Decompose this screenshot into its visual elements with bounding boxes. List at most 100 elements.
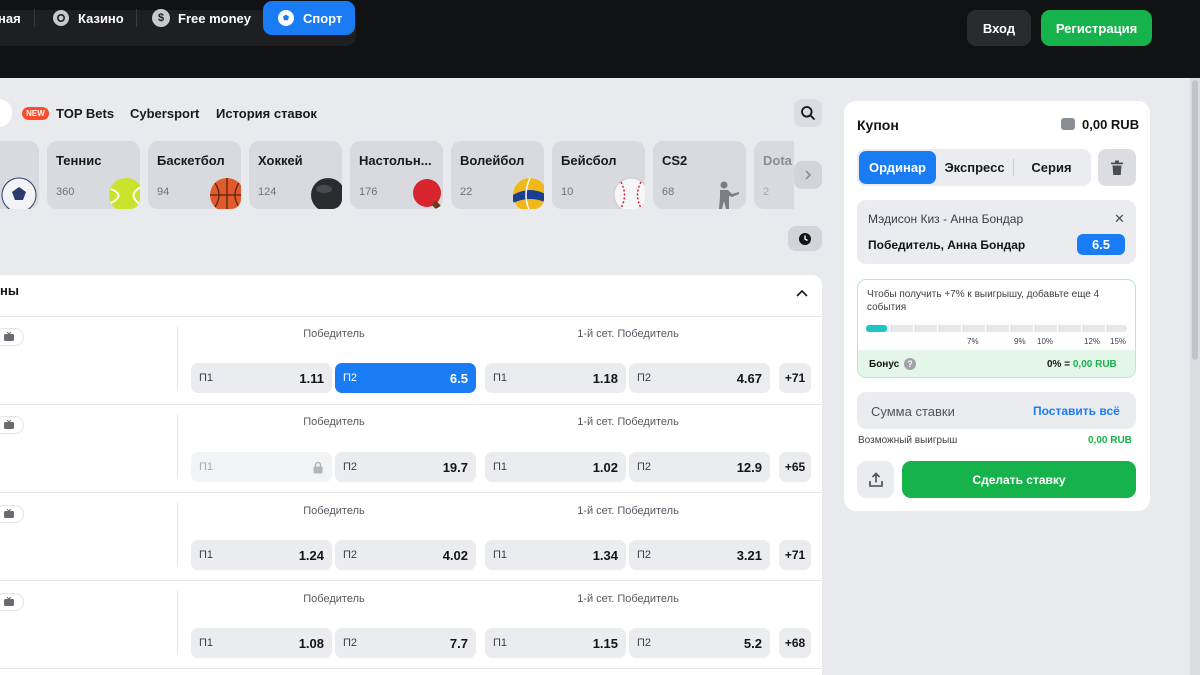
sport-count: 68	[662, 186, 675, 198]
progress-tick	[937, 325, 938, 332]
odd-value: 7.7	[449, 635, 468, 651]
sport-card-football[interactable]	[0, 141, 39, 209]
progress-tick	[913, 325, 914, 332]
market-label: Победитель	[303, 593, 365, 605]
odd-key: П1	[493, 461, 508, 473]
odd-button[interactable]: П1 1.11	[191, 363, 332, 393]
sport-name: Баскетбол	[157, 153, 225, 168]
odd-key: П1	[199, 372, 214, 384]
nav-item-casino[interactable]: Казино	[52, 0, 124, 36]
odd-value: 1.11	[299, 370, 324, 386]
more-markets-button[interactable]: +68	[779, 628, 811, 658]
odd-button[interactable]: П2 3.21	[629, 540, 770, 570]
register-button[interactable]: Регистрация	[1041, 10, 1152, 46]
market-label: Победитель	[303, 505, 365, 517]
odd-button[interactable]: П2 19.7	[335, 452, 476, 482]
share-button[interactable]	[857, 461, 894, 498]
sport-name: Настольн...	[359, 153, 432, 168]
row-divider	[0, 580, 822, 581]
sport-card-hockey[interactable]: Хоккей 124	[249, 141, 342, 209]
sport-card-cs2[interactable]: CS2 68	[653, 141, 746, 209]
odd-button[interactable]: П1 1.34	[485, 540, 626, 570]
odd-key: П2	[343, 549, 358, 561]
help-icon[interactable]: ?	[904, 358, 916, 370]
casino-chip-icon	[52, 9, 70, 27]
sport-card-dota[interactable]: Dota 2	[754, 141, 794, 209]
tab-bet-history[interactable]: История ставок	[216, 106, 317, 121]
bonus-tick-label: 9%	[1014, 337, 1026, 346]
nav-item-sport[interactable]: Спорт	[277, 0, 342, 36]
bet-mode-series[interactable]: Серия	[1014, 149, 1089, 186]
odd-button[interactable]: П2 5.2	[629, 628, 770, 658]
carousel-next-button[interactable]	[794, 161, 822, 189]
bet-mode-express[interactable]: Экспресс	[936, 149, 1013, 186]
odd-value: 3.21	[736, 547, 762, 563]
sport-count: 10	[561, 186, 574, 198]
odd-button[interactable]: П1 1.15	[485, 628, 626, 658]
odd-value: 1.08	[298, 635, 324, 651]
sport-card-table-tennis[interactable]: Настольн... 176	[350, 141, 443, 209]
nav-item-main[interactable]: ная	[0, 0, 21, 36]
progress-tick	[1009, 325, 1010, 332]
soldier-icon	[719, 181, 739, 209]
bonus-tick-label: 10%	[1037, 337, 1054, 346]
odd-value: 19.7	[442, 459, 468, 475]
sport-card-basketball[interactable]: Баскетбол 94	[148, 141, 241, 209]
baseball-icon	[613, 177, 645, 209]
bonus-tick-label: 15%	[1110, 337, 1127, 346]
bonus-tick-label: 7%	[967, 337, 979, 346]
odd-value: 1.15	[592, 635, 618, 651]
bet-match-name: Мэдисон Киз - Анна Бондар	[868, 212, 1024, 226]
history-clock-button[interactable]	[788, 226, 822, 251]
tab-active-pill[interactable]	[0, 99, 12, 127]
column-divider	[177, 415, 178, 479]
market-label: 1-й сет. Победитель	[577, 416, 679, 428]
tab-cybersport[interactable]: Cybersport	[130, 106, 199, 121]
market-label: 1-й сет. Победитель	[577, 593, 679, 605]
new-badge: NEW	[22, 107, 49, 120]
odd-button[interactable]: П1 1.08	[191, 628, 332, 658]
sport-card-volleyball[interactable]: Волейбол 22	[451, 141, 544, 209]
odd-button[interactable]: П2 4.67	[629, 363, 770, 393]
progress-tick	[1105, 325, 1106, 332]
odd-button[interactable]: П2 7.7	[335, 628, 476, 658]
sport-name: Теннис	[56, 153, 102, 168]
market-label: Победитель	[303, 416, 365, 428]
odd-button[interactable]: П1 1.02	[485, 452, 626, 482]
tab-top-bets[interactable]: TOP Bets	[56, 106, 114, 121]
chevron-up-icon[interactable]	[795, 287, 809, 301]
more-markets-button[interactable]: +65	[779, 452, 811, 482]
nav-divider	[34, 9, 35, 27]
sport-name: Хоккей	[258, 153, 303, 168]
soccer-ball-icon	[1, 177, 37, 209]
nav-item-free-money[interactable]: $ Free money	[152, 0, 251, 36]
search-button[interactable]	[794, 99, 822, 127]
sport-card-tennis[interactable]: Теннис 360	[47, 141, 140, 209]
place-bet-button[interactable]: Сделать ставку	[902, 461, 1136, 498]
sport-count: 22	[460, 186, 473, 198]
clock-icon	[799, 232, 811, 245]
hockey-puck-icon	[311, 178, 342, 209]
odd-button[interactable]: П2 4.02	[335, 540, 476, 570]
close-icon[interactable]: ✕	[1114, 211, 1125, 227]
tv-icon	[0, 593, 24, 611]
clear-coupon-button[interactable]	[1098, 149, 1136, 186]
coupon-balance: 0,00 RUB	[1082, 117, 1140, 132]
more-markets-button[interactable]: +71	[779, 540, 811, 570]
bonus-progress-fill	[866, 325, 887, 332]
stake-all-button[interactable]: Поставить всё	[1033, 404, 1120, 418]
page-scrollbar-thumb[interactable]	[1192, 80, 1198, 360]
sport-count: 360	[56, 186, 75, 198]
chevron-right-icon	[805, 170, 812, 180]
more-markets-button[interactable]: +71	[779, 363, 811, 393]
coupon-title: Купон	[857, 117, 899, 133]
sport-card-baseball[interactable]: Бейсбол 10	[552, 141, 645, 209]
row-divider	[0, 492, 822, 493]
login-button[interactable]: Вход	[967, 10, 1031, 46]
bet-mode-single[interactable]: Ординар	[859, 149, 936, 186]
odd-button[interactable]: П1 1.24	[191, 540, 332, 570]
odd-button-selected[interactable]: П2 6.5	[335, 363, 476, 393]
odd-button[interactable]: П2 12.9	[629, 452, 770, 482]
tv-icon	[0, 416, 24, 434]
odd-button[interactable]: П1 1.18	[485, 363, 626, 393]
